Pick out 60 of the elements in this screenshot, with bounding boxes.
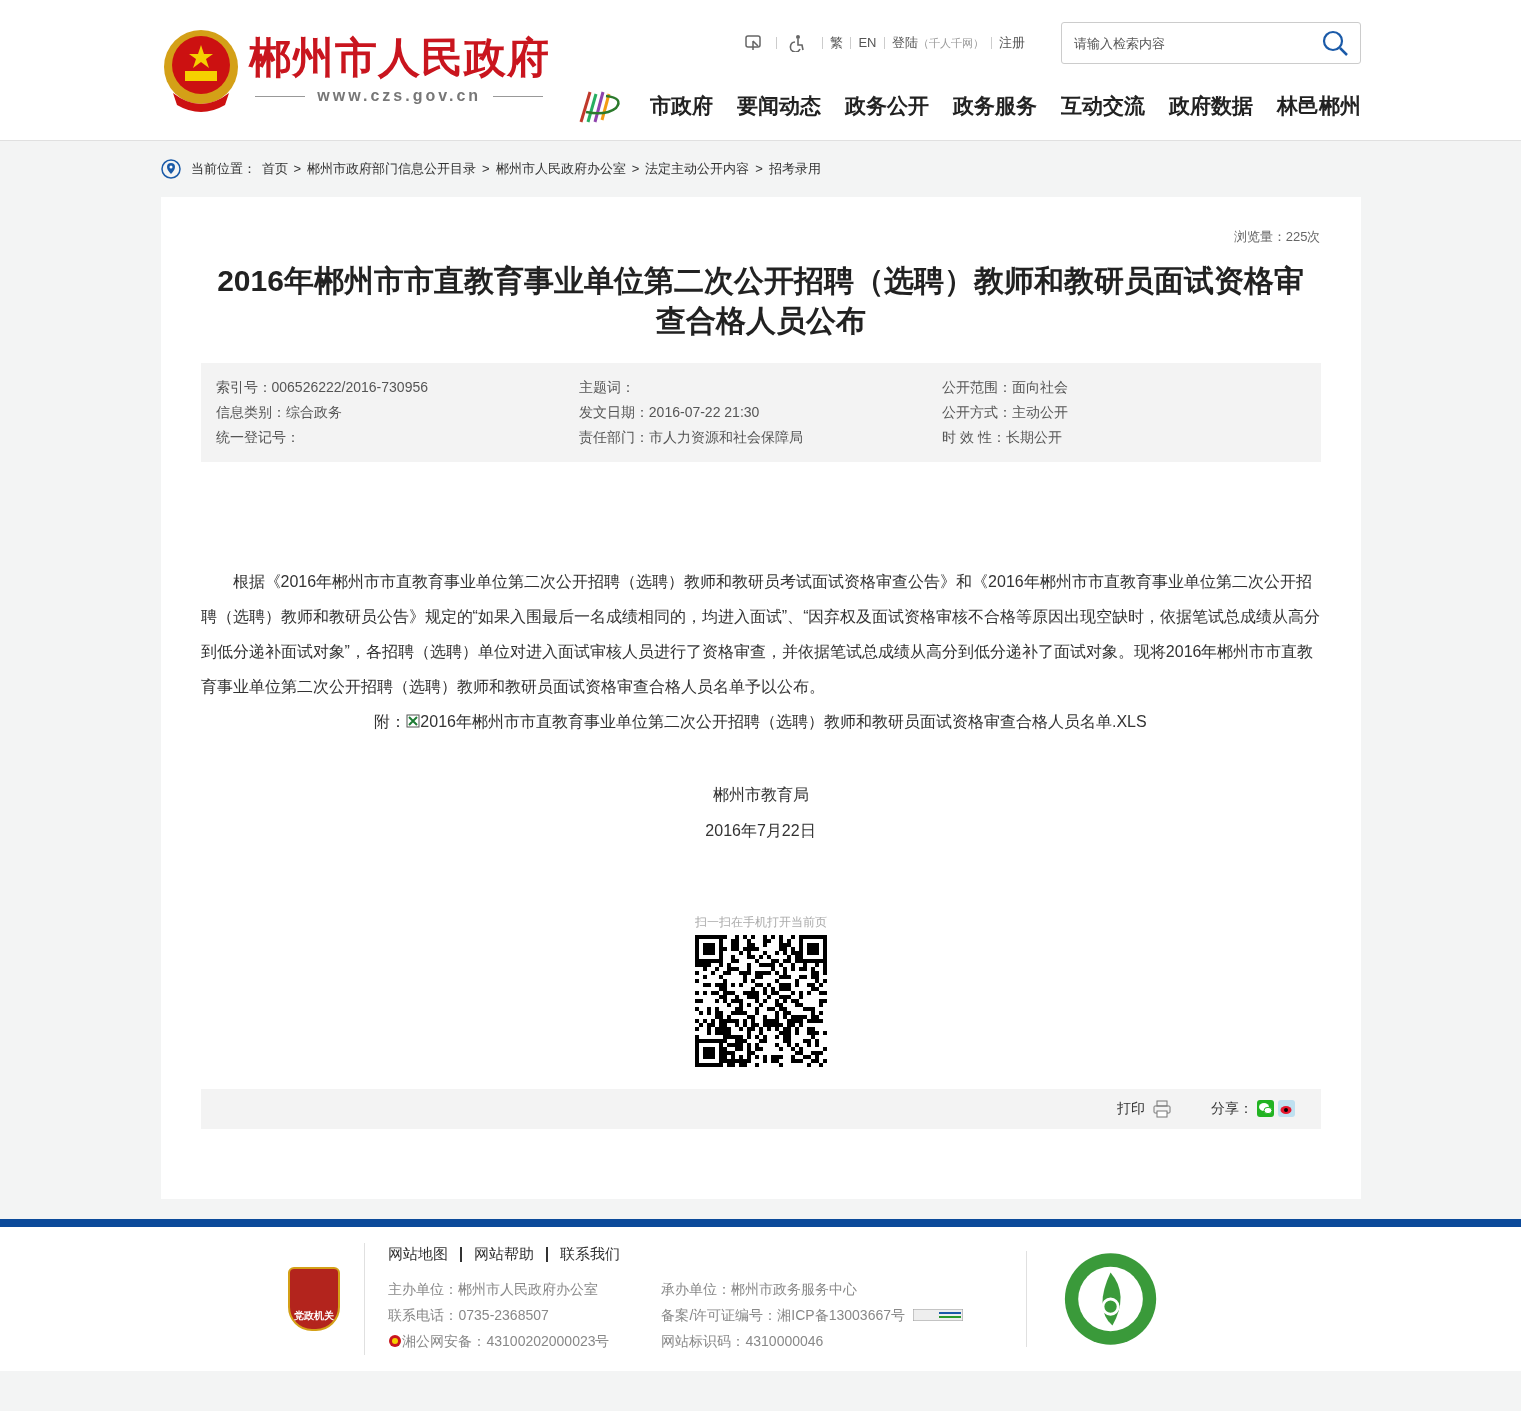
- footer-info: 承办单位：郴州市政务服务中心: [661, 1279, 858, 1299]
- top-link[interactable]: 注册: [998, 33, 1025, 53]
- top-link[interactable]: EN: [858, 33, 877, 53]
- footer-link[interactable]: 网站地图: [388, 1243, 449, 1266]
- weibo-icon[interactable]: [1277, 1100, 1295, 1117]
- nav-item[interactable]: 政务服务: [952, 90, 1037, 122]
- footer-link[interactable]: 网站帮助: [474, 1243, 535, 1266]
- breadcrumb-link[interactable]: 招考录用: [768, 159, 821, 179]
- police-badge-icon: [388, 1333, 403, 1348]
- nav-item[interactable]: 政府数据: [1168, 90, 1253, 122]
- search-field[interactable]: 请输入检索内容: [1060, 22, 1361, 64]
- meta-field: 信息类别：综合政务: [215, 401, 579, 423]
- date: 2016年7月22日: [705, 820, 816, 841]
- meta-field: 统一登记号：: [215, 426, 579, 448]
- printer-icon: [1152, 1099, 1171, 1118]
- meta-field: 主题词：: [578, 376, 943, 398]
- article-title: 2016年郴州市市直教育事业单位第二次公开招聘（选聘）教师和教研员面试资格审查合格人员公布: [216, 262, 1305, 339]
- breadcrumb-separator: >: [631, 160, 640, 179]
- breadcrumb-label: 当前位置：: [190, 160, 256, 179]
- nav-item[interactable]: 要闻动态: [736, 90, 821, 122]
- breadcrumb-link[interactable]: 法定主动公开内容: [645, 159, 750, 179]
- breadcrumb-separator: >: [293, 160, 302, 179]
- view-count: 浏览量：225次: [1233, 228, 1321, 246]
- nav-item[interactable]: 林邑郴州: [1276, 90, 1361, 122]
- breadcrumb-link[interactable]: 郴州市人民政府办公室: [495, 159, 626, 179]
- nav-item[interactable]: 市政府: [649, 90, 713, 122]
- site-url: www.czs.gov.cn: [317, 86, 482, 107]
- search-icon[interactable]: [1320, 29, 1349, 57]
- footer-info: 网站标识码：4310000046: [661, 1331, 824, 1351]
- meta-field: 公开范围：面向社会: [942, 376, 1306, 398]
- party-government-badge: 党政机关: [288, 1266, 340, 1331]
- footer-info: 主办单位：郴州市人民政府办公室: [388, 1279, 599, 1299]
- footer-info: 湘公网安备：43100202000023号: [402, 1331, 610, 1351]
- meta-field: 发文日期：2016-07-22 21:30: [578, 401, 943, 423]
- footer-link[interactable]: 联系我们: [560, 1243, 621, 1266]
- breadcrumb-link[interactable]: 首页: [261, 159, 288, 179]
- meta-field: 责任部门：市人力资源和社会保障局: [578, 426, 943, 448]
- breadcrumb-link[interactable]: 郴州市政府部门信息公开目录: [307, 159, 477, 179]
- signature: 郴州市教育局: [712, 784, 809, 805]
- footer-info: 联系电话：0735-2368507: [388, 1305, 549, 1325]
- spreadsheet-icon: [406, 714, 421, 728]
- nav-item[interactable]: 政务公开: [844, 90, 929, 122]
- qr-caption: 扫一扫在手机打开当前页: [694, 913, 827, 931]
- breadcrumb-separator: >: [482, 160, 490, 179]
- meta-field: 公开方式：主动公开: [942, 401, 1306, 423]
- site-name: 郴州市人民政府: [248, 32, 550, 83]
- top-link[interactable]: 登陆（千人千网）: [891, 33, 984, 53]
- location-pin-icon: [160, 159, 181, 179]
- meta-field: 索引号：006526222/2016-730956: [215, 376, 579, 398]
- attachment-link[interactable]: 2016年郴州市市直教育事业单位第二次公开招聘（选聘）教师和教研员面试资格审查合格人员名单.XLS: [420, 703, 1147, 739]
- attachment-label: 附：: [374, 711, 407, 732]
- footer-info: 备案/许可证编号：湘ICP备13003667号: [661, 1305, 905, 1325]
- print-button[interactable]: 打印: [1116, 1098, 1171, 1119]
- meta-field: 时 效 性：长期公开: [942, 426, 1306, 448]
- body-paragraph: 根据《2016年郴州市市直教育事业单位第二次公开招聘（选聘）教师和教研员考试面试资格审查公告》和《2016年郴州市市直教育事业单位第二次公开招聘（选聘）教师和教研员公告》规定的“如果入围最后一名成绩相同的，均进入面试”、“因弃权及面试资格审核不合格等原因出现空缺时，依据笔试总成绩从高分到低分递补面试对象”，各招聘（选聘）单位对进入面试审核人员进行了资格审查，并依据笔试总成绩从高分到低分递补了面试对象。现将2016年郴州市市直教育事业单位第二次公开招聘（选聘）教师和教研员面试资格审查合格人员名单予以公布。: [200, 571, 1321, 697]
- nav-item[interactable]: 互动交流: [1060, 90, 1145, 122]
- top-link[interactable]: 繁: [830, 33, 844, 53]
- share-label: 分享：: [1210, 1099, 1253, 1118]
- breadcrumb-separator: >: [755, 160, 763, 179]
- site-badge-icon: [913, 1308, 963, 1321]
